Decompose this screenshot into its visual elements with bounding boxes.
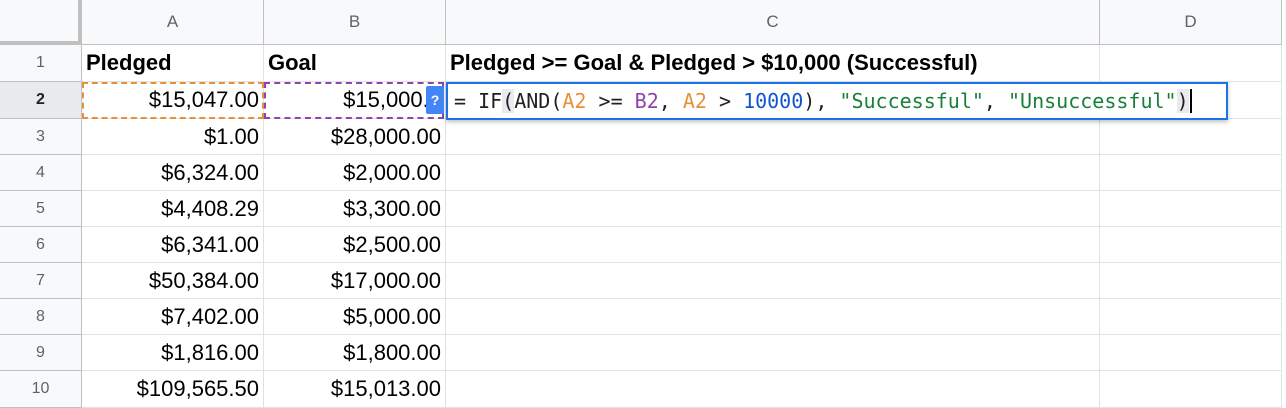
row-header-label: 10 xyxy=(31,380,50,397)
row-header-3[interactable]: 3 xyxy=(0,119,82,155)
cell-b1[interactable]: Goal xyxy=(264,45,446,82)
column-header-label: D xyxy=(1184,12,1197,31)
formula-ref-a2: A2 xyxy=(562,89,587,113)
row-header-9[interactable]: 9 xyxy=(0,335,82,371)
row-header-8[interactable]: 8 xyxy=(0,299,82,335)
cell-d9[interactable] xyxy=(1100,335,1282,371)
cell-a3[interactable]: $1.00 xyxy=(82,119,264,155)
column-header-d[interactable]: D xyxy=(1100,0,1282,45)
cell-d6[interactable] xyxy=(1100,227,1282,263)
cell-b2[interactable]: $15,000.0 xyxy=(264,82,446,119)
cell-a5[interactable]: $4,408.29 xyxy=(82,191,264,227)
text-caret xyxy=(1189,89,1192,113)
cell-a10[interactable]: $109,565.50 xyxy=(82,371,264,408)
row-header-label: 4 xyxy=(36,163,45,181)
cell-d3[interactable] xyxy=(1100,119,1282,155)
column-header-label: B xyxy=(348,12,361,31)
cell-b8[interactable]: $5,000.00 xyxy=(264,299,446,335)
cell-c5[interactable] xyxy=(446,191,1100,227)
cell-c8[interactable] xyxy=(446,299,1100,335)
cell-b5[interactable]: $3,300.00 xyxy=(264,191,446,227)
cell-b6[interactable]: $2,500.00 xyxy=(264,227,446,263)
cell-c4[interactable] xyxy=(446,155,1100,191)
column-header-a[interactable]: A xyxy=(82,0,264,45)
row-header-label: 8 xyxy=(36,307,45,325)
cell-b10[interactable]: $15,013.00 xyxy=(264,371,446,408)
cell-a9[interactable]: $1,816.00 xyxy=(82,335,264,371)
cell-a6[interactable]: $6,341.00 xyxy=(82,227,264,263)
cell-a1[interactable]: Pledged xyxy=(82,45,264,82)
row-header-1[interactable]: 1 xyxy=(0,45,82,82)
formula-token: ), xyxy=(803,89,840,113)
formula-token: >= xyxy=(586,89,635,113)
cell-d7[interactable] xyxy=(1100,263,1282,299)
row-header-10[interactable]: 10 xyxy=(0,371,82,408)
formula-token: = IF xyxy=(454,89,503,113)
formula-ref-a2-second: A2 xyxy=(682,89,707,113)
column-header-b[interactable]: B xyxy=(264,0,446,45)
column-header-label: C xyxy=(766,12,779,31)
formula-token: > xyxy=(706,89,744,113)
row-header-label: 5 xyxy=(36,199,45,217)
row-header-2[interactable]: 2 xyxy=(0,82,82,119)
row-header-label: 6 xyxy=(36,235,45,253)
cell-b7[interactable]: $17,000.00 xyxy=(264,263,446,299)
formula-token-paren-highlight: ) xyxy=(1176,89,1189,113)
formula-string-successful: "Successful" xyxy=(839,89,984,113)
row-header-5[interactable]: 5 xyxy=(0,191,82,227)
cell-c10[interactable] xyxy=(446,371,1100,408)
row-header-label: 2 xyxy=(36,91,45,108)
row-header-6[interactable]: 6 xyxy=(0,227,82,263)
row-header-label: 3 xyxy=(36,127,45,145)
select-all-corner[interactable] xyxy=(0,0,82,45)
cell-a4[interactable]: $6,324.00 xyxy=(82,155,264,191)
cell-a2[interactable]: $15,047.00 xyxy=(82,82,264,119)
column-header-c[interactable]: C xyxy=(446,0,1100,45)
cell-d8[interactable] xyxy=(1100,299,1282,335)
cell-b9[interactable]: $1,800.00 xyxy=(264,335,446,371)
row-header-label: 9 xyxy=(36,343,45,361)
row-header-label: 1 xyxy=(36,54,45,71)
formula-token: , xyxy=(658,89,683,113)
formula-token: AND( xyxy=(514,89,563,113)
spreadsheet-grid: A B C D 1 2 3 4 5 6 7 8 9 10 Pledged Goa… xyxy=(0,0,1286,408)
cell-c6[interactable] xyxy=(446,227,1100,263)
formula-help-icon[interactable]: ? xyxy=(426,86,444,114)
cell-d1[interactable] xyxy=(1100,45,1282,82)
row-header-4[interactable]: 4 xyxy=(0,155,82,191)
column-header-label: A xyxy=(166,12,179,31)
formula-token: , xyxy=(983,89,1008,113)
row-header-label: 7 xyxy=(36,271,45,289)
help-badge-label: ? xyxy=(430,92,440,108)
formula-number: 10000 xyxy=(743,89,804,113)
cell-a7[interactable]: $50,384.00 xyxy=(82,263,264,299)
formula-token-paren-highlight: ( xyxy=(502,89,515,113)
cell-c1[interactable]: Pledged >= Goal & Pledged > $10,000 (Suc… xyxy=(446,45,1100,82)
cell-c7[interactable] xyxy=(446,263,1100,299)
row-header-7[interactable]: 7 xyxy=(0,263,82,299)
cell-d10[interactable] xyxy=(1100,371,1282,408)
cell-c9[interactable] xyxy=(446,335,1100,371)
cell-a8[interactable]: $7,402.00 xyxy=(82,299,264,335)
cell-b4[interactable]: $2,000.00 xyxy=(264,155,446,191)
cell-d5[interactable] xyxy=(1100,191,1282,227)
cell-b3[interactable]: $28,000.00 xyxy=(264,119,446,155)
cell-formula-editor[interactable]: = IF(AND(A2 >= B2, A2 > 10000), "Success… xyxy=(446,82,1228,120)
cell-d4[interactable] xyxy=(1100,155,1282,191)
formula-ref-b2: B2 xyxy=(634,89,659,113)
cell-c3[interactable] xyxy=(446,119,1100,155)
formula-string-unsuccessful: "Unsuccessful" xyxy=(1008,89,1177,113)
